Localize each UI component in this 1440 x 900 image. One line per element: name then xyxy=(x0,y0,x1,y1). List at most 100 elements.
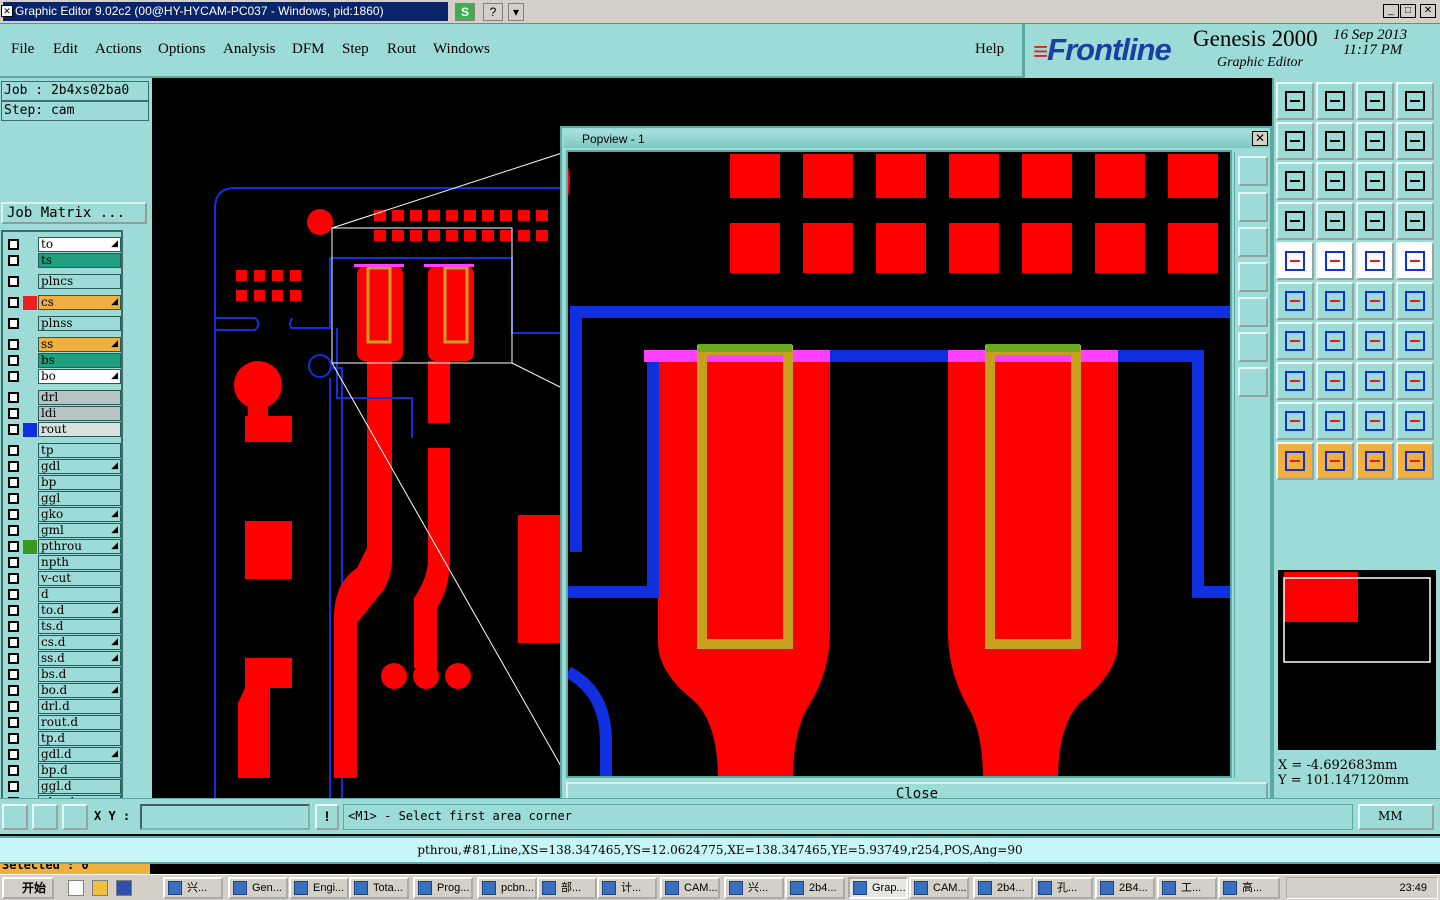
taskbar-item[interactable]: 高... xyxy=(1218,877,1280,899)
menu-actions[interactable]: Actions xyxy=(95,41,142,58)
layer-row[interactable]: ts xyxy=(3,253,121,268)
layer-row[interactable]: bp xyxy=(3,475,121,490)
move-feature-icon[interactable] xyxy=(1356,282,1394,320)
layer-checkbox[interactable] xyxy=(8,589,19,600)
layer-checkbox[interactable] xyxy=(8,255,19,266)
layer-name[interactable]: drl.d xyxy=(38,699,121,714)
job-matrix-button[interactable]: Job Matrix ... xyxy=(1,202,147,224)
layer-row[interactable]: gko ◢ xyxy=(3,507,121,522)
layer-row[interactable]: gdl.d ◢ xyxy=(3,747,121,762)
layer-checkbox[interactable] xyxy=(8,557,19,568)
layer-checkbox[interactable] xyxy=(8,541,19,552)
pan-left-icon[interactable] xyxy=(1276,122,1314,160)
layer-checkbox[interactable] xyxy=(8,685,19,696)
copy-feature-icon[interactable] xyxy=(1396,282,1434,320)
layer-row[interactable]: gdl ◢ xyxy=(3,459,121,474)
layer-row[interactable]: d xyxy=(3,587,121,602)
triangle-d-icon[interactable] xyxy=(1396,402,1434,440)
layer-checkbox[interactable] xyxy=(8,781,19,792)
layer-checkbox[interactable] xyxy=(8,276,19,287)
layer-row[interactable]: bs xyxy=(3,353,121,368)
layer-row[interactable]: npth xyxy=(3,555,121,570)
taskbar-item[interactable]: 部... xyxy=(537,877,597,899)
layer-name[interactable]: gdl xyxy=(38,459,121,474)
delete-feature-icon[interactable] xyxy=(1316,282,1354,320)
layer-checkbox[interactable] xyxy=(8,605,19,616)
popview-pan-up-icon[interactable] xyxy=(1238,192,1268,222)
layer-name[interactable]: gdl.d xyxy=(38,747,121,762)
taskbar-item[interactable]: Gen... xyxy=(228,877,288,899)
layer-checkbox[interactable] xyxy=(8,701,19,712)
arc-edit-icon[interactable] xyxy=(1356,322,1394,360)
layer-row[interactable]: rout.d xyxy=(3,715,121,730)
layer-name[interactable]: v-cut xyxy=(38,571,121,586)
layer-menu-icon[interactable]: ◢ xyxy=(111,508,118,519)
zoom-one-to-one-icon[interactable] xyxy=(1356,162,1394,200)
close-window-button[interactable]: ✕ xyxy=(1420,4,1436,18)
layer-row[interactable]: tp xyxy=(3,443,121,458)
xy-input[interactable] xyxy=(140,804,310,830)
layer-menu-icon[interactable]: ◢ xyxy=(111,296,118,307)
layer-checkbox[interactable] xyxy=(8,637,19,648)
layer-row[interactable]: plncs xyxy=(3,274,121,289)
menu-analysis[interactable]: Analysis xyxy=(223,41,276,58)
layer-checkbox[interactable] xyxy=(8,239,19,250)
taskbar-item[interactable]: Prog... xyxy=(413,877,473,899)
layer-menu-icon[interactable]: ◢ xyxy=(111,604,118,615)
layer-name[interactable]: plnss xyxy=(38,316,121,331)
layer-name[interactable]: bp xyxy=(38,475,121,490)
triangle-c-icon[interactable] xyxy=(1356,402,1394,440)
layer-name[interactable]: bo.d xyxy=(38,683,121,698)
layer-row[interactable]: ggl.d xyxy=(3,779,121,794)
taskbar-item[interactable]: 2b4... xyxy=(973,877,1033,899)
layer-name[interactable]: ldi xyxy=(38,406,121,421)
layer-row[interactable]: ss.d ◢ xyxy=(3,651,121,666)
layer-row[interactable]: to.d ◢ xyxy=(3,603,121,618)
taskbar-item[interactable]: 兴... xyxy=(724,877,784,899)
fit-screen-icon[interactable] xyxy=(1316,162,1354,200)
layer-checkbox[interactable] xyxy=(8,765,19,776)
layer-checkbox[interactable] xyxy=(8,733,19,744)
popview-pan-right-icon[interactable] xyxy=(1238,297,1268,327)
zoom-window-icon[interactable] xyxy=(1396,82,1434,120)
layer-name[interactable]: ss.d xyxy=(38,651,121,666)
layer-checkbox[interactable] xyxy=(8,653,19,664)
maximize-button[interactable]: □ xyxy=(1400,4,1416,18)
layer-menu-icon[interactable]: ◢ xyxy=(111,338,118,349)
layer-name[interactable]: ts.d xyxy=(38,619,121,634)
menu-options[interactable]: Options xyxy=(158,41,206,58)
layer-row[interactable]: bs.d xyxy=(3,667,121,682)
start-button[interactable]: 开始 xyxy=(2,877,54,899)
menu-step[interactable]: Step xyxy=(342,41,369,58)
filter-icon[interactable] xyxy=(1276,202,1314,240)
zoom-home-box-icon[interactable] xyxy=(1356,82,1394,120)
triangle-b-icon[interactable] xyxy=(1316,402,1354,440)
layer-checkbox[interactable] xyxy=(8,461,19,472)
layer-row[interactable]: cs ◢ xyxy=(3,295,121,310)
taskbar-item[interactable]: Tota... xyxy=(349,877,409,899)
layer-checkbox[interactable] xyxy=(8,424,19,435)
taskbar-item[interactable]: 兴... xyxy=(163,877,223,899)
layer-name[interactable]: ts xyxy=(38,253,121,268)
layer-row[interactable]: v-cut xyxy=(3,571,121,586)
taskbar-item[interactable]: 工... xyxy=(1157,877,1217,899)
layer-checkbox[interactable] xyxy=(8,477,19,488)
line-edit-icon[interactable] xyxy=(1316,322,1354,360)
taskbar-item[interactable]: 孔... xyxy=(1033,877,1093,899)
layer-checkbox[interactable] xyxy=(8,717,19,728)
layer-checkbox[interactable] xyxy=(8,318,19,329)
layer-checkbox[interactable] xyxy=(8,297,19,308)
layer-row[interactable]: gml ◢ xyxy=(3,523,121,538)
layer-name[interactable]: cs.d xyxy=(38,635,121,650)
fit-all-icon[interactable] xyxy=(1276,162,1314,200)
snap-key-icon[interactable] xyxy=(1316,202,1354,240)
taskbar-item[interactable]: Engi... xyxy=(289,877,349,899)
layer-menu-icon[interactable]: ◢ xyxy=(111,636,118,647)
layer-row[interactable]: ss ◢ xyxy=(3,337,121,352)
zoom-down-icon[interactable] xyxy=(1316,82,1354,120)
menu-rout[interactable]: Rout xyxy=(387,41,416,58)
layer-name[interactable]: cs xyxy=(38,295,121,310)
zoom-home-icon[interactable] xyxy=(1276,82,1314,120)
layer-checkbox[interactable] xyxy=(8,445,19,456)
layer-name[interactable]: to.d xyxy=(38,603,121,618)
